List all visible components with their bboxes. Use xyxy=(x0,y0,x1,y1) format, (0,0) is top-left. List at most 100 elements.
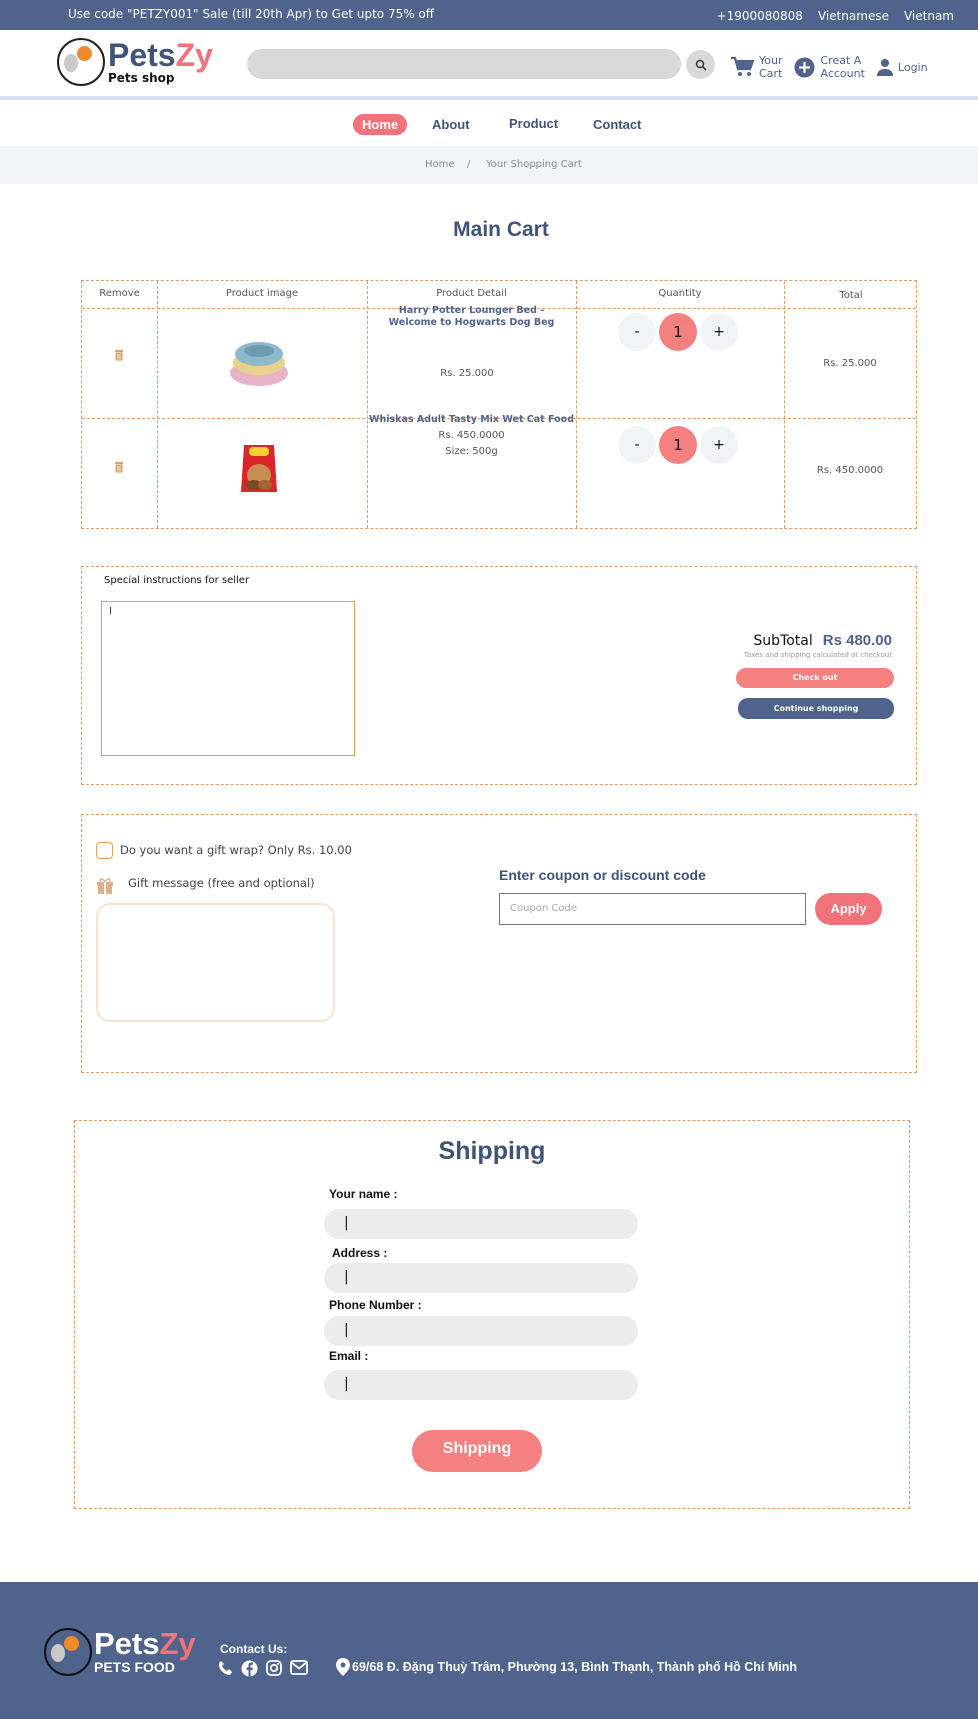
gift-coupon-panel: Do you want a gift wrap? Only Rs. 10.00 … xyxy=(81,814,917,1073)
product-price: Rs. 25.000 xyxy=(440,368,494,379)
site-header: PetsZy Pets shop Your Cart Creat A Account… xyxy=(0,30,978,100)
header-total: Total xyxy=(839,290,863,301)
search-input[interactable] xyxy=(247,49,681,79)
continue-shopping-button[interactable]: Continue shopping xyxy=(738,698,894,719)
footer-address: 69/68 Đ. Đặng Thuỳ Trâm, Phường 13, Bình… xyxy=(352,1660,798,1674)
footer-brand-a: Pets xyxy=(94,1626,160,1661)
account-label-1: Creat A xyxy=(820,54,862,67)
address-input[interactable]: | xyxy=(324,1263,638,1293)
page-title: Main Cart xyxy=(453,218,549,241)
quantity-stepper: - 1 + xyxy=(618,313,738,351)
subtotal-label: SubTotal xyxy=(753,633,813,649)
gift-icon xyxy=(97,878,113,894)
nav-about[interactable]: About xyxy=(432,117,470,132)
language-selector[interactable]: Vietnamese xyxy=(818,9,889,23)
product-size: Size: 500g xyxy=(445,446,498,457)
plus-circle-icon xyxy=(794,57,815,77)
gift-wrap-label: Do you want a gift wrap? Only Rs. 10.00 xyxy=(120,843,352,857)
promo-text: Use code "PETZY001" Sale (till 20th Apr)… xyxy=(68,7,435,21)
pet-logo-icon xyxy=(44,1628,92,1676)
cart-table: Remove Product image Product Detail Quan… xyxy=(81,280,917,529)
trash-icon[interactable] xyxy=(114,350,124,361)
increment-button[interactable]: + xyxy=(700,313,738,351)
decrement-button[interactable]: - xyxy=(618,426,656,464)
decrement-button[interactable]: - xyxy=(618,313,656,351)
search-icon xyxy=(695,59,707,71)
login-link[interactable]: Login xyxy=(876,58,928,76)
product-name-line2[interactable]: Welcome to Hogwarts Dog Beg xyxy=(389,317,555,328)
header-product-detail: Product Detail xyxy=(436,288,507,299)
nav-product[interactable]: Product xyxy=(509,116,558,131)
breadcrumb-current: Your Shopping Cart xyxy=(486,159,582,170)
facebook-icon[interactable] xyxy=(241,1660,258,1677)
brand-tagline: Pets shop xyxy=(108,71,175,85)
nav-home[interactable]: Home xyxy=(353,114,408,135)
brand-name-b: Zy xyxy=(175,37,213,73)
cart-label-1: Your xyxy=(759,54,783,67)
footer-logo[interactable]: PetsZy PETS FOOD xyxy=(44,1628,196,1676)
shipping-title: Shipping xyxy=(438,1137,546,1165)
contact-label: Contact Us: xyxy=(220,1642,288,1656)
product-price: Rs. 450.0000 xyxy=(438,430,505,441)
quantity-value[interactable]: 1 xyxy=(659,313,697,351)
pet-bed-image xyxy=(230,342,288,386)
cat-food-bag-image xyxy=(241,445,277,492)
phone-label: Phone Number : xyxy=(329,1298,422,1312)
increment-button[interactable]: + xyxy=(700,426,738,464)
trash-icon[interactable] xyxy=(114,462,124,473)
account-label-2: Account xyxy=(820,67,865,80)
seller-instructions-label: Special instructions for seller xyxy=(104,575,250,586)
pet-logo-icon xyxy=(57,38,105,86)
search-button[interactable] xyxy=(686,50,715,79)
phone-number[interactable]: +1900080808 xyxy=(717,9,803,23)
gift-message-textarea[interactable] xyxy=(96,903,335,1022)
subtotal-block: SubTotal Rs 480.00 Taxes and shipping cal… xyxy=(744,630,892,659)
shipping-submit-button[interactable]: Shipping xyxy=(412,1430,542,1472)
promo-bar: Use code "PETZY001" Sale (till 20th Apr)… xyxy=(0,0,978,30)
email-icon[interactable] xyxy=(290,1660,308,1675)
footer-tagline: PETS FOOD xyxy=(94,1659,175,1675)
instagram-icon[interactable] xyxy=(266,1660,282,1676)
phone-icon[interactable] xyxy=(218,1660,233,1676)
create-account-link[interactable]: Creat A Account xyxy=(794,54,865,80)
name-input[interactable]: | xyxy=(324,1209,638,1239)
apply-coupon-button[interactable]: Apply xyxy=(815,893,882,925)
quantity-stepper: - 1 + xyxy=(618,426,738,464)
checkout-button[interactable]: Check out xyxy=(736,668,894,688)
gift-wrap-checkbox[interactable] xyxy=(96,842,113,859)
site-logo[interactable]: PetsZy Pets shop xyxy=(57,38,213,86)
breadcrumb-separator: / xyxy=(467,159,471,170)
email-input[interactable]: | xyxy=(324,1370,638,1400)
header-quantity: Quantity xyxy=(658,288,702,299)
breadcrumb: Home / Your Shopping Cart xyxy=(0,146,978,184)
header-remove: Remove xyxy=(99,288,140,299)
email-label: Email : xyxy=(329,1349,369,1363)
site-footer: PetsZy PETS FOOD Contact Us: 69/68 Đ. Đặ… xyxy=(0,1582,978,1719)
address-label: Address : xyxy=(332,1246,388,1260)
nav-contact[interactable]: Contact xyxy=(593,117,641,132)
gift-message-label: Gift message (free and optional) xyxy=(128,876,315,890)
seller-instructions-textarea[interactable]: I xyxy=(101,601,355,756)
quantity-value[interactable]: 1 xyxy=(659,426,697,464)
phone-input[interactable]: | xyxy=(324,1316,638,1346)
main-nav: Home About Product Contact xyxy=(0,104,978,144)
breadcrumb-home[interactable]: Home xyxy=(425,159,455,170)
coupon-input[interactable]: Coupon Code xyxy=(499,893,806,925)
product-name[interactable]: Whiskas Adult Tasty Mix Wet Cat Food xyxy=(367,414,576,426)
country-selector[interactable]: Vietnam xyxy=(904,9,954,23)
cart-label-2: Cart xyxy=(759,67,783,80)
line-total: Rs. 450.0000 xyxy=(816,465,884,476)
tax-note: Taxes and shipping calculated at checkou… xyxy=(743,651,892,659)
cart-link[interactable]: Your Cart xyxy=(730,54,782,80)
footer-brand-b: Zy xyxy=(159,1626,196,1661)
location-pin-icon xyxy=(336,1658,350,1676)
user-icon xyxy=(876,59,893,76)
product-name-line1[interactable]: Harry Potter Lounger Bed - xyxy=(399,305,544,316)
coupon-title: Enter coupon or discount code xyxy=(499,867,706,883)
brand-name-a: Pets xyxy=(108,37,176,73)
header-product-image: Product image xyxy=(225,288,299,299)
line-total: Rs. 25.000 xyxy=(823,358,877,369)
login-label: Login xyxy=(897,60,928,74)
subtotal-value: Rs 480.00 xyxy=(822,632,892,649)
shipping-panel: Shipping Your name : | Address : | Phone… xyxy=(74,1120,910,1509)
